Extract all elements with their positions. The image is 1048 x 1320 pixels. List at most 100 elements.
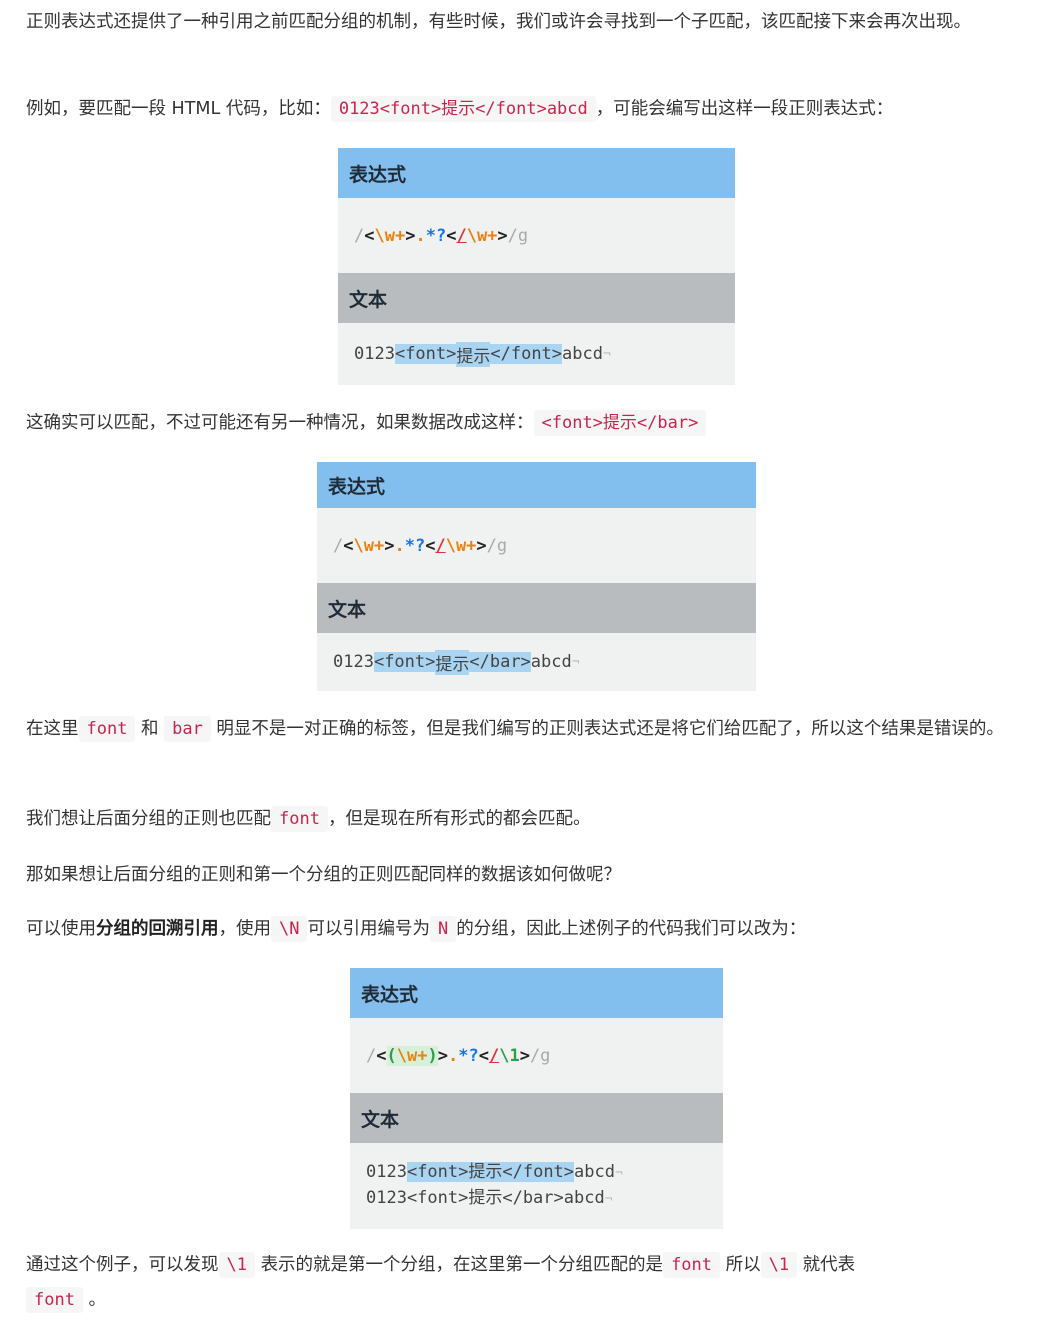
text: 在这里 bbox=[26, 719, 79, 739]
text: ，但是现在所有形式的都会匹配。 bbox=[327, 809, 591, 829]
regex-token: < bbox=[343, 535, 354, 556]
text-span: abcd bbox=[574, 1162, 615, 1182]
expression-body: / < \w+ >. *? < / \w+ >/g bbox=[317, 508, 756, 583]
text: 可以使用 bbox=[26, 919, 96, 939]
paragraph-conclusion: 通过这个例子，可以发现 \1 表示的就是第一个分组，在这里第一个分组匹配的是 fon… bbox=[26, 1248, 986, 1318]
text: 和 bbox=[141, 719, 159, 739]
regex-backreference: \1 bbox=[499, 1045, 520, 1066]
expression-body: / <(\w+) >. *? < / \1 >/g bbox=[350, 1018, 723, 1093]
regex-token: *? bbox=[425, 225, 447, 246]
text: 我们想让后面分组的正则也匹配 bbox=[26, 809, 271, 829]
regex-token: > bbox=[519, 1045, 530, 1066]
regex-token: < bbox=[376, 1045, 387, 1066]
line-end-marker: ¬ bbox=[604, 1192, 613, 1207]
match-highlight: </bar> bbox=[469, 652, 531, 672]
match-highlight: <font> bbox=[373, 652, 436, 672]
regex-figure-2: 表达式 / < \w+ >. *? < / \w+ >/g 文本 0123 <font> 提示 </b… bbox=[317, 462, 756, 691]
paragraph-want: 我们想让后面分组的正则也匹配 font ，但是现在所有形式的都会匹配。 bbox=[26, 802, 1046, 837]
expression-header: 表达式 bbox=[338, 148, 735, 198]
text-span: abcd bbox=[530, 652, 572, 672]
paragraph-backreference: 可以使用分组的回溯引用，使用 \N 可以引用编号为 N 的分组，因此上述例子的代码我们可… bbox=[26, 912, 1046, 947]
regex-token: < bbox=[478, 1045, 489, 1066]
regex-token: . bbox=[394, 535, 405, 556]
match-highlight: 提示 bbox=[468, 1162, 503, 1182]
text: 例如，要匹配一段 HTML 代码，比如： bbox=[26, 99, 331, 119]
regex-token: / bbox=[435, 535, 446, 556]
text: 这确实可以匹配，不过可能还有另一种情况，如果数据改成这样： bbox=[26, 413, 534, 433]
text: 就代表 bbox=[802, 1255, 856, 1275]
inline-code: font bbox=[271, 806, 328, 832]
expression-header: 表达式 bbox=[350, 968, 723, 1018]
match-highlight: <font> bbox=[406, 1162, 469, 1182]
regex-token: > bbox=[497, 225, 508, 246]
line-end-marker: ¬ bbox=[571, 654, 580, 670]
paragraph-intro: 正则表达式还提供了一种引用之前匹配分组的机制，有些时候，我们或许会寻找到一个子匹… bbox=[26, 12, 971, 32]
inline-code: bar bbox=[164, 716, 211, 742]
paragraph-other-case: 这确实可以匹配，不过可能还有另一种情况，如果数据改成这样： <font>提示</b… bbox=[26, 406, 1046, 441]
text: 表示的就是第一个分组，在这里第一个分组匹配的是 bbox=[260, 1255, 664, 1275]
text-header: 文本 bbox=[338, 273, 735, 323]
bold-term: 分组的回溯引用 bbox=[96, 919, 219, 939]
regex-token: < bbox=[446, 225, 457, 246]
regex-token: < bbox=[425, 535, 436, 556]
text-span: abcd bbox=[562, 344, 603, 364]
regex-token: *? bbox=[458, 1045, 479, 1066]
inline-code: <font>提示</bar> bbox=[533, 410, 707, 436]
regex-token: *? bbox=[404, 535, 426, 556]
inline-code: \N bbox=[271, 916, 308, 942]
text: ，使用 bbox=[218, 919, 272, 939]
text: ，可能会编写出这样一段正则表达式： bbox=[595, 99, 894, 119]
regex-token: > bbox=[437, 1045, 448, 1066]
paragraph-question: 那如果想让后面分组的正则和第一个分组的正则匹配同样的数据该如何做呢？ bbox=[26, 865, 621, 885]
regex-flags: /g bbox=[486, 535, 508, 556]
regex-token: . bbox=[415, 225, 426, 246]
inline-code: \1 bbox=[218, 1252, 255, 1278]
regex-group-close: ) bbox=[427, 1045, 438, 1066]
regex-flags: /g bbox=[529, 1045, 551, 1066]
regex-token: \w+ bbox=[396, 1045, 428, 1066]
inline-code: N bbox=[429, 916, 457, 942]
text-header: 文本 bbox=[317, 583, 756, 633]
regex-figure-3: 表达式 / <(\w+) >. *? < / \1 >/g 文本 0123<font>提示</… bbox=[350, 968, 723, 1229]
inline-code: font bbox=[26, 1287, 83, 1313]
match-highlight: 提示 bbox=[456, 341, 491, 367]
regex-delimiter: / bbox=[333, 535, 344, 556]
text-span: 0123 bbox=[354, 344, 395, 364]
text-header: 文本 bbox=[350, 1093, 723, 1143]
regex-token: > bbox=[405, 225, 416, 246]
regex-token: . bbox=[447, 1045, 459, 1066]
text: 。 bbox=[88, 1290, 107, 1310]
inline-code: font bbox=[78, 716, 136, 742]
expression-header: 表达式 bbox=[317, 462, 756, 508]
regex-figure-1: 表达式 / < \w+ >. *? < / \w+ >/g 文本 0123 <font> 提示 </f… bbox=[338, 148, 735, 385]
text-line: 0123<font>提示</bar>abcd¬ bbox=[366, 1186, 613, 1212]
regex-flags: /g bbox=[507, 225, 529, 246]
regex-token: \w+ bbox=[353, 535, 385, 556]
regex-token: \w+ bbox=[374, 225, 406, 246]
regex-token: \w+ bbox=[466, 225, 498, 246]
text: 的分组，因此上述例子的代码我们可以改为： bbox=[456, 919, 807, 939]
text: 所以 bbox=[725, 1255, 761, 1275]
match-highlight: <font> bbox=[394, 344, 457, 364]
line-end-marker: ¬ bbox=[602, 346, 611, 362]
regex-token: \w+ bbox=[445, 535, 477, 556]
paragraph-wrong-match: 在这里 font 和 bar 明显不是一对正确的标签，但是我们编写的正则表达式还是… bbox=[26, 712, 1046, 747]
regex-delimiter: / bbox=[354, 225, 365, 246]
text-body: 0123 <font> 提示 </bar> abcd ¬ bbox=[317, 633, 756, 691]
text-body: 0123 <font> 提示 </font> abcd ¬ bbox=[338, 323, 735, 385]
regex-token: > bbox=[476, 535, 487, 556]
expression-body: / < \w+ >. *? < / \w+ >/g bbox=[338, 198, 735, 273]
line-end-marker: ¬ bbox=[614, 1166, 623, 1181]
regex-token: / bbox=[488, 1045, 500, 1066]
text-body: 0123<font>提示</font>abcd¬ 0123<font>提示</b… bbox=[350, 1143, 723, 1229]
text-span: 0123 bbox=[366, 1162, 407, 1182]
regex-group-open: ( bbox=[386, 1045, 397, 1066]
regex-token: > bbox=[384, 535, 395, 556]
match-highlight: </font> bbox=[490, 344, 563, 364]
inline-code: font bbox=[663, 1252, 721, 1278]
text-span: 0123<font>提示</bar>abcd bbox=[366, 1188, 605, 1208]
text-line: 0123<font>提示</font>abcd¬ bbox=[366, 1160, 623, 1186]
text: 可以引用编号为 bbox=[307, 919, 430, 939]
text: 通过这个例子，可以发现 bbox=[26, 1255, 219, 1275]
text: 明显不是一对正确的标签，但是我们编写的正则表达式还是将它们给匹配了，所以这个结果… bbox=[216, 719, 1004, 739]
